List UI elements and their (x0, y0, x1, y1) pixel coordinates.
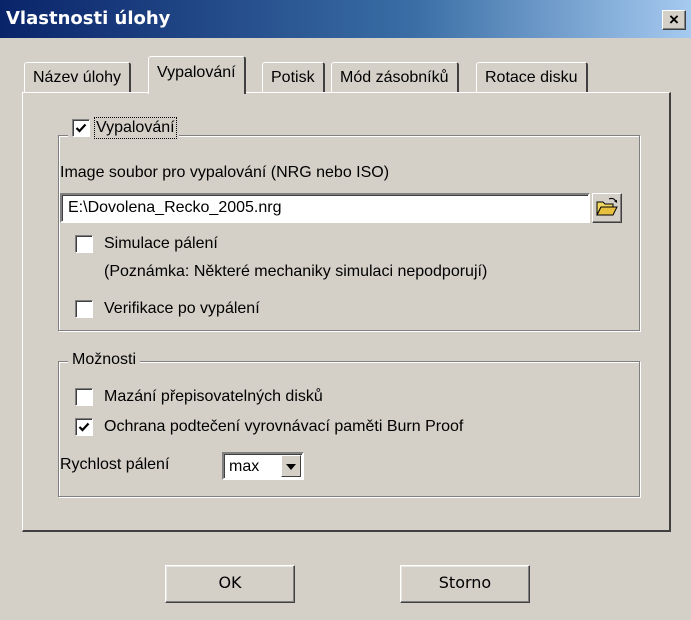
simulate-label: Simulace pálení (104, 235, 218, 252)
tab-label: Potisk (271, 69, 315, 86)
chevron-down-icon (286, 464, 296, 470)
tab-label: Mód zásobníků (340, 69, 449, 86)
burn-group-legend[interactable]: Vypalování (68, 117, 179, 139)
burn-checkbox-label: Vypalování (94, 117, 177, 139)
options-group-title: Možnosti (68, 351, 141, 369)
close-button[interactable]: × (662, 10, 686, 30)
cancel-button[interactable]: Storno (400, 565, 530, 603)
checkmark-icon (78, 422, 90, 432)
erase-checkbox[interactable] (75, 388, 93, 406)
image-file-label: Image soubor pro vypalování (NRG nebo IS… (60, 164, 390, 181)
burnproof-label: Ochrana podtečení vyrovnávací paměti Bur… (104, 418, 464, 435)
speed-dropdown-button[interactable] (281, 455, 301, 477)
close-icon: × (669, 10, 679, 29)
tab-job-name[interactable]: Název úlohy (24, 62, 132, 92)
speed-value: max (229, 458, 260, 475)
checkmark-icon (75, 123, 87, 133)
tab-bin-mode[interactable]: Mód zásobníků (331, 62, 459, 92)
tab-label: Název úlohy (33, 69, 122, 86)
speed-select[interactable]: max (222, 452, 304, 480)
options-title-text: Možnosti (72, 351, 137, 368)
tab-print[interactable]: Potisk (262, 62, 325, 92)
browse-button[interactable] (592, 193, 622, 223)
simulate-note: (Poznámka: Některé mechaniky simulaci ne… (104, 263, 488, 280)
ok-button[interactable]: OK (165, 565, 295, 603)
burnproof-checkbox[interactable] (75, 418, 93, 436)
speed-label: Rychlost pálení (60, 456, 170, 473)
tab-label: Rotace disku (485, 69, 578, 86)
erase-label: Mazání přepisovatelných disků (104, 388, 323, 405)
title-bar[interactable]: Vlastnosti úlohy × (0, 0, 691, 38)
image-path-input[interactable] (60, 193, 590, 223)
simulate-checkbox[interactable] (75, 235, 93, 253)
tab-burning[interactable]: Vypalování (148, 56, 246, 94)
tab-label: Vypalování (157, 64, 236, 81)
tab-disc-rotation[interactable]: Rotace disku (476, 62, 588, 92)
window-title: Vlastnosti úlohy (6, 8, 171, 29)
burn-checkbox[interactable] (72, 119, 90, 137)
verify-checkbox[interactable] (75, 300, 93, 318)
verify-label: Verifikace po vypálení (104, 300, 260, 317)
open-folder-icon (596, 197, 618, 216)
